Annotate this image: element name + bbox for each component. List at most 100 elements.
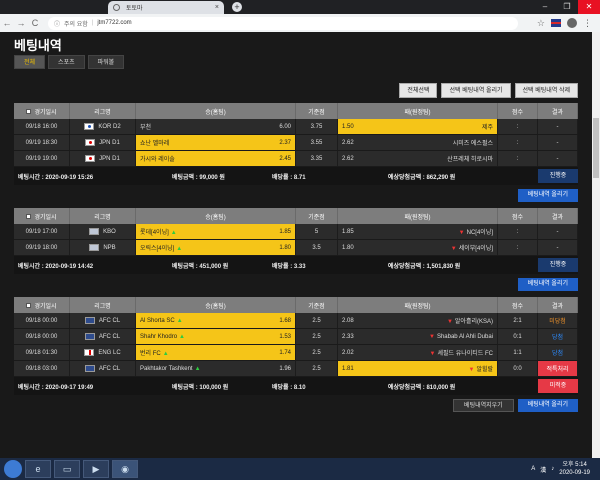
home-odds-cell[interactable]: Al Shorta SC ▲ 1.68 xyxy=(136,313,296,328)
away-odds-cell[interactable]: 1.81 ▼ 알힐랄 xyxy=(338,361,498,376)
start-button[interactable] xyxy=(4,460,22,478)
extension-flag-icon[interactable] xyxy=(551,19,561,27)
away-team: ▼ NC[4이닝] xyxy=(458,230,493,236)
handicap-line: 3.35 xyxy=(296,151,338,166)
league-cell: KOR D2 xyxy=(70,119,136,134)
match-result: 적특처리 xyxy=(538,361,578,376)
filter-all-button[interactable]: 전체 xyxy=(14,55,46,69)
match-row: 09/19 17:00 KBO 롯데[4이닝] ▲ 1.85 5 1.85 ▼ NC[4이닝]:… xyxy=(14,224,578,240)
reload-button[interactable]: C xyxy=(28,18,42,28)
league-flag-icon xyxy=(84,123,95,130)
new-tab-button[interactable]: + xyxy=(232,2,242,12)
header-score: 점수 xyxy=(498,297,538,313)
filter-sports-button[interactable]: 스포츠 xyxy=(48,55,85,69)
page-scrollbar[interactable] xyxy=(592,32,600,458)
home-odds-cell[interactable]: 부천 6.00 xyxy=(136,119,296,134)
away-odds-cell[interactable]: 1.50 제주 xyxy=(338,119,498,134)
header-label: 경기일시 xyxy=(34,109,57,116)
filter-tabs: 전체 스포츠 파워볼 xyxy=(14,55,578,69)
away-odds-cell[interactable]: 1.85 ▼ NC[4이닝] xyxy=(338,224,498,239)
home-team: 부천 xyxy=(140,125,152,131)
delete-bet-button[interactable]: 베팅내역지우기 xyxy=(453,399,514,412)
maximize-button[interactable]: ❐ xyxy=(556,0,578,14)
header-label: 점수 xyxy=(511,109,524,116)
url-input[interactable]: ⓘ 주의 요함 | jtm7722.com xyxy=(48,16,518,30)
match-row: 09/18 01:30 ENG LC 번리 FC ▲ 1.74 2.5 2.02 ▼ 셰필드 유… xyxy=(14,345,578,361)
upload-bet-button[interactable]: 베팅내역 올리기 xyxy=(517,278,578,291)
minimize-button[interactable]: – xyxy=(534,0,556,14)
bet-actions: 베팅내역 올리기 xyxy=(14,278,578,291)
home-team: 가시와 레이솔 xyxy=(140,157,175,163)
arrow-down-icon: ▼ xyxy=(468,367,475,373)
bulk-actions: 전체선택 선택 베팅내역 올리기 선택 베팅내역 삭제 xyxy=(14,83,578,98)
away-odds-cell[interactable]: 2.33 ▼ Shabab Al Ahli Dubai xyxy=(338,329,498,344)
upload-bet-button[interactable]: 베팅내역 올리기 xyxy=(517,399,578,412)
home-odds: 1.53 xyxy=(279,333,291,340)
home-odds-cell[interactable]: 가시와 레이솔 2.45 xyxy=(136,151,296,166)
explorer-taskbar-icon[interactable]: ▭ xyxy=(54,460,80,478)
select-bet-checkbox[interactable] xyxy=(26,302,32,308)
home-odds-cell[interactable]: 쇼난 벨마레 2.37 xyxy=(136,135,296,150)
filter-powerball-button[interactable]: 파워볼 xyxy=(87,55,125,69)
system-clock[interactable]: 오후 5:14 2020-09-19 xyxy=(559,461,590,477)
bet-summary: 베팅시간 : 2020-09-19 15:26 베팅금액 : 99,000 원 배당… xyxy=(14,167,578,185)
home-odds-cell[interactable]: 번리 FC ▲ 1.74 xyxy=(136,345,296,360)
forward-button[interactable]: → xyxy=(14,18,28,28)
home-odds-cell[interactable]: 오릭스[4이닝] ▲ 1.80 xyxy=(136,240,296,255)
select-bet-checkbox[interactable] xyxy=(26,213,32,219)
header-label: 리그명 xyxy=(94,303,111,310)
bet-odds: 배당률 : 8.71 xyxy=(272,174,306,181)
away-odds-cell[interactable]: 2.62 산프레체 히로시마 xyxy=(338,151,498,166)
match-result: - xyxy=(538,119,578,134)
match-row: 09/18 16:00 KOR D2 부천 6.00 3.75 1.50 제주: - xyxy=(14,119,578,135)
window-close-button[interactable]: ✕ xyxy=(578,0,600,14)
away-odds-cell[interactable]: 1.80 ▼ 세이부[4이닝] xyxy=(338,240,498,255)
league-cell: AFC CL xyxy=(70,361,136,376)
home-team: Pakhtakor Tashkent ▲ xyxy=(140,365,201,372)
match-row: 09/19 19:00 JPN D1 가시와 레이솔 2.45 3.35 2.62 산프레체… xyxy=(14,151,578,167)
bet-status-badge: 진행중 xyxy=(538,169,578,183)
home-odds: 1.80 xyxy=(279,244,291,251)
home-odds: 1.68 xyxy=(279,317,291,324)
header-label: 점수 xyxy=(511,303,524,310)
home-odds-cell[interactable]: 롯데[4이닝] ▲ 1.85 xyxy=(136,224,296,239)
ime-indicator[interactable]: 漢 xyxy=(540,465,546,474)
header-label: 점수 xyxy=(511,214,524,221)
profile-avatar-icon[interactable] xyxy=(567,18,577,28)
away-odds-cell[interactable]: 2.02 ▼ 셰필드 유나이티드 FC xyxy=(338,345,498,360)
volume-icon[interactable]: ♪ xyxy=(551,466,554,472)
header-result: 결과 xyxy=(538,297,578,313)
media-taskbar-icon[interactable]: ▶ xyxy=(83,460,109,478)
ie-taskbar-icon[interactable]: e xyxy=(25,460,51,478)
select-all-button[interactable]: 전체선택 xyxy=(399,83,438,98)
select-bet-checkbox[interactable] xyxy=(26,108,32,114)
bet-amount: 베팅금액 : 99,000 원 xyxy=(172,174,225,181)
bookmark-star-icon[interactable]: ☆ xyxy=(537,18,545,29)
close-tab-icon[interactable]: × xyxy=(215,4,219,11)
browser-tab[interactable]: 토토마 × xyxy=(108,1,224,14)
back-button[interactable]: ← xyxy=(0,18,14,28)
home-odds-cell[interactable]: Shahr Khodro ▲ 1.53 xyxy=(136,329,296,344)
match-result: 당첨 xyxy=(538,329,578,344)
bet-table-header: 경기일시 리그명 승(홈팀) 기준점 패(원정팀) 점수 결과 xyxy=(14,208,578,224)
scrollbar-thumb[interactable] xyxy=(593,118,599,178)
match-score: : xyxy=(498,151,538,166)
clock-time: 오후 5:14 xyxy=(562,462,587,468)
handicap-line: 2.5 xyxy=(296,361,338,376)
url-text: jtm7722.com xyxy=(97,20,132,26)
away-odds-cell[interactable]: 2.08 ▼ 알아흘리(KSA) xyxy=(338,313,498,328)
home-odds-cell[interactable]: Pakhtakor Tashkent ▲ 1.96 xyxy=(136,361,296,376)
language-indicator[interactable]: A xyxy=(531,466,535,472)
upload-selected-button[interactable]: 선택 베팅내역 올리기 xyxy=(441,83,511,98)
header-score: 점수 xyxy=(498,208,538,224)
match-date: 09/18 01:30 xyxy=(14,345,70,360)
delete-selected-button[interactable]: 선택 베팅내역 삭제 xyxy=(514,83,578,98)
league-flag-icon xyxy=(85,139,96,146)
away-odds-cell[interactable]: 2.62 시미즈 에스펄스 xyxy=(338,135,498,150)
header-league: 리그명 xyxy=(70,103,136,119)
upload-bet-button[interactable]: 베팅내역 올리기 xyxy=(517,189,578,202)
info-icon[interactable]: ⓘ xyxy=(54,19,60,28)
browser-menu-icon[interactable]: ⋮ xyxy=(583,18,592,29)
bet-amount: 베팅금액 : 100,000 원 xyxy=(172,384,229,391)
chrome-taskbar-icon[interactable]: ◉ xyxy=(112,460,138,478)
